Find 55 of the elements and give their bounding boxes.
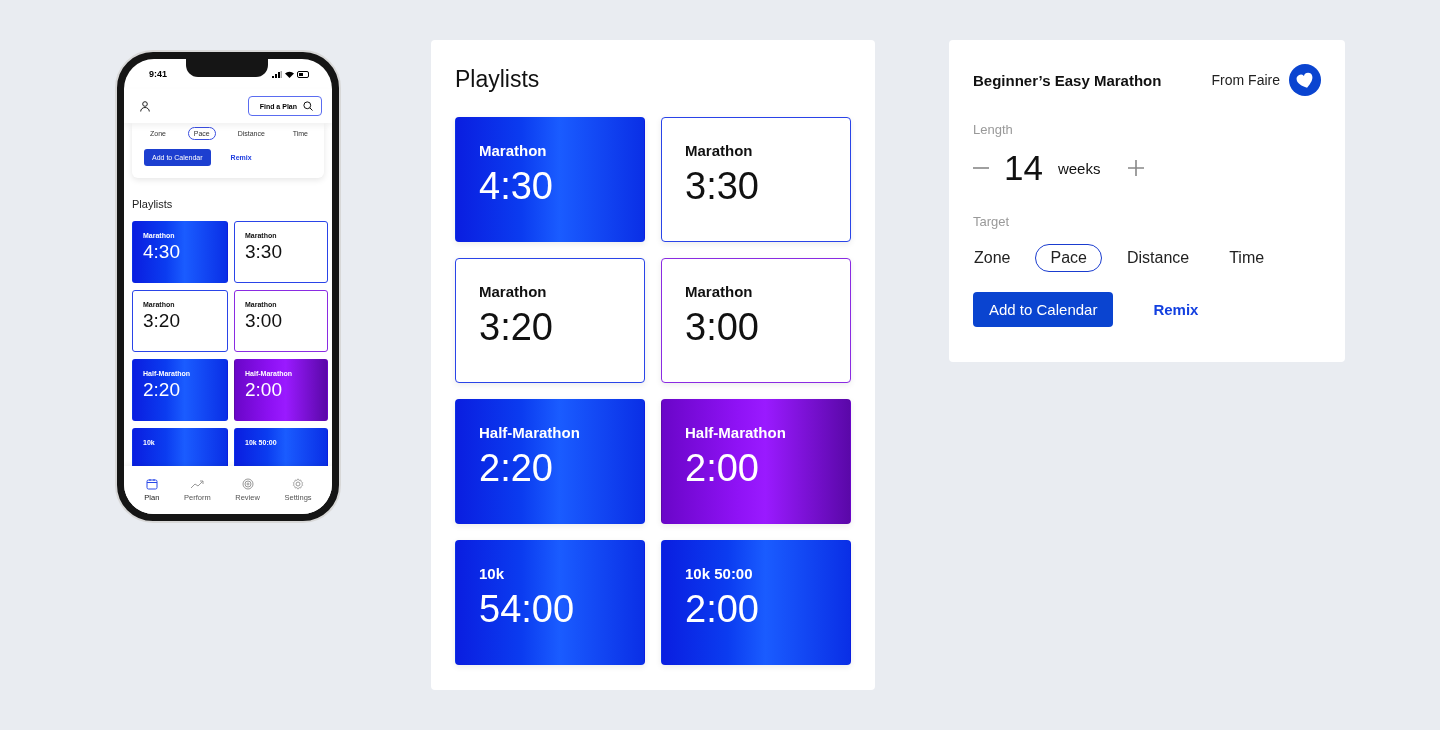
tile-time: 2:00	[685, 588, 760, 631]
source-label: From Faire	[1211, 72, 1280, 88]
length-unit: weeks	[1057, 159, 1101, 177]
tile-time: 3:00	[245, 310, 283, 332]
tile-time: 3:20	[479, 306, 554, 349]
tile-time: 3:30	[685, 165, 760, 208]
tile-time: 54:00	[479, 588, 576, 631]
playlist-tile[interactable]: 10k 50:00 2:00	[661, 540, 851, 665]
section-title: Playlists	[132, 198, 174, 210]
tile-label: 10k 50:00	[685, 565, 754, 582]
wifi-icon	[285, 70, 294, 78]
tile-time: 4:30	[143, 241, 181, 263]
search-icon	[303, 101, 313, 111]
playlist-tile[interactable]: Marathon 3:30	[661, 117, 851, 242]
user-icon[interactable]	[140, 100, 150, 112]
target-icon	[241, 478, 254, 490]
settings-icon	[292, 478, 305, 490]
target-option[interactable]: Zone	[972, 244, 1026, 272]
tile-time: 3:20	[143, 310, 181, 332]
playlist-tile[interactable]: Marathon 3:20	[455, 258, 645, 383]
plus-icon[interactable]	[1128, 160, 1145, 176]
tile-time: 2:20	[479, 447, 554, 490]
tile-label: Half-Marathon	[479, 424, 581, 441]
tile-label: Marathon	[685, 142, 754, 159]
battery-icon	[297, 70, 310, 78]
field-label: Length	[973, 122, 1013, 137]
tile-time: 2:00	[685, 447, 760, 490]
playlist-tile[interactable]: Half-Marathon 2:00	[661, 399, 851, 524]
tile-time: 2:20	[143, 379, 181, 401]
panel-title: Playlists	[455, 66, 540, 93]
field-label: Target	[973, 214, 1010, 229]
trend-icon	[190, 478, 205, 490]
tile-time: 2:00	[245, 379, 283, 401]
tile-time: 3:30	[245, 241, 283, 263]
length-value: 14	[1004, 148, 1043, 188]
tile-time: 3:00	[685, 306, 760, 349]
target-option[interactable]: Time	[1214, 244, 1280, 272]
tile-time: 4:30	[479, 165, 554, 208]
playlist-tile[interactable]: Marathon 4:30	[455, 117, 645, 242]
add-to-calendar-button[interactable]: Add to Calendar	[973, 292, 1114, 327]
tile-label: Marathon	[685, 283, 754, 300]
playlist-tile[interactable]: Half-Marathon 2:20	[455, 399, 645, 524]
tile-label: Half-Marathon	[685, 424, 787, 441]
plan-title: Beginner’s Easy Marathon	[973, 71, 1162, 89]
signal-icon	[272, 70, 282, 78]
tile-label: 10k	[479, 565, 506, 582]
status-time: 9:41	[149, 69, 167, 79]
playlist-tile[interactable]: Marathon 3:00	[661, 258, 851, 383]
playlist-tile[interactable]: 10k 54:00	[455, 540, 645, 665]
heart-logo-icon	[1289, 64, 1321, 96]
calendar-icon	[145, 478, 158, 490]
remix-link[interactable]: Remix	[1153, 301, 1199, 318]
tile-label: Marathon	[479, 142, 548, 159]
target-option[interactable]: Distance	[1111, 244, 1205, 272]
tile-label: Marathon	[479, 283, 548, 300]
